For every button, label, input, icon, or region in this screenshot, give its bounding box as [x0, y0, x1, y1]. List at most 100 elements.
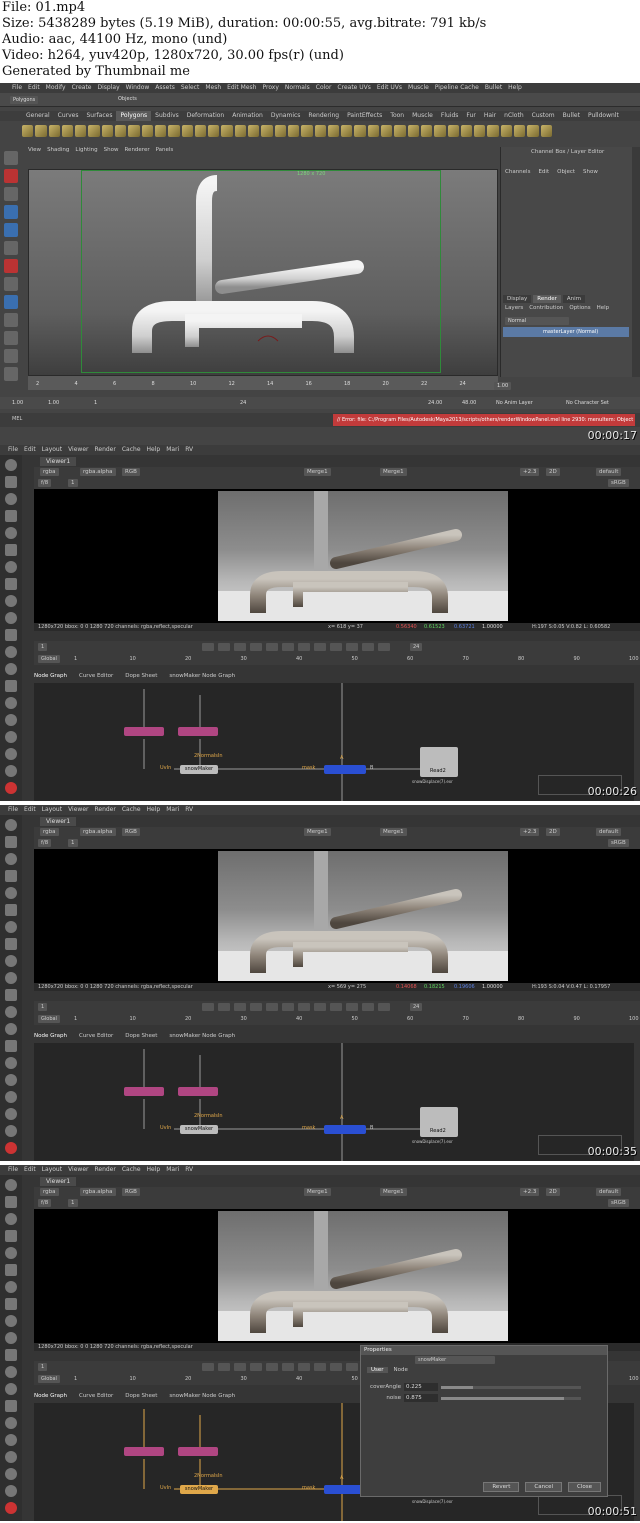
menu-item[interactable]: Mari — [166, 1165, 179, 1175]
panel-tab[interactable]: Dope Sheet — [125, 673, 157, 679]
shelf-tool-icon[interactable] — [75, 125, 87, 137]
menu-item[interactable]: Render — [94, 805, 115, 815]
master-layer-row[interactable]: masterLayer (Normal) — [503, 327, 629, 337]
toolbar-icon[interactable] — [5, 1468, 17, 1480]
toolbar-icon[interactable] — [5, 1108, 17, 1120]
toolbar-icon[interactable] — [5, 680, 17, 692]
menu-item[interactable]: Normals — [285, 83, 310, 93]
toolbar-icon[interactable] — [5, 819, 17, 831]
shelf-tool-icon[interactable] — [101, 125, 114, 137]
global-select[interactable]: Global — [38, 1015, 60, 1023]
viewport-menu-item[interactable]: Show — [104, 147, 119, 153]
shelf-tool-icon[interactable] — [208, 125, 220, 137]
toolbar-icon[interactable] — [5, 1040, 17, 1052]
shelf-tab[interactable]: Fur — [462, 111, 479, 121]
pink-node[interactable] — [178, 1087, 218, 1096]
colorspace-select[interactable]: sRGB — [608, 839, 629, 847]
shelf-tool-icon[interactable] — [341, 125, 353, 137]
fstop-field[interactable]: f/8 — [38, 479, 52, 487]
transport-button[interactable] — [266, 643, 278, 651]
node-name-field[interactable]: snowMaker — [415, 1356, 495, 1364]
shelf-tool-icon[interactable] — [22, 125, 34, 137]
layer-tab[interactable]: Anim — [562, 295, 586, 303]
shelf-tool-icon[interactable] — [367, 125, 380, 137]
transport-button[interactable] — [314, 643, 326, 651]
alpha-select[interactable]: rgba.alpha — [80, 828, 116, 836]
shelf-tool-icon[interactable] — [301, 125, 313, 137]
display-select[interactable]: RGB — [122, 468, 140, 476]
shelf-tool-icon[interactable] — [460, 125, 473, 137]
transport-button[interactable] — [218, 643, 230, 651]
shelf-tab[interactable]: Dynamics — [267, 111, 305, 121]
menu-item[interactable]: Edit — [24, 805, 36, 815]
layer-menu-item[interactable]: Layers — [505, 305, 523, 311]
transport-button[interactable] — [250, 643, 262, 651]
panel-tab[interactable]: Curve Editor — [79, 673, 113, 679]
toolbar-icon[interactable] — [5, 527, 17, 539]
transport-button[interactable] — [314, 1003, 326, 1011]
time-slider[interactable]: 2 4 6 8 10 12 14 16 18 20 22 24 — [28, 376, 498, 390]
menu-item[interactable]: File — [12, 83, 22, 93]
channel-menu-item[interactable]: Show — [583, 169, 598, 175]
colorspace-select[interactable]: sRGB — [608, 1199, 629, 1207]
frame-counter[interactable]: 1 — [38, 1003, 48, 1011]
shelf-tool-icon[interactable] — [248, 125, 260, 137]
channels-select[interactable]: rgba — [40, 468, 59, 476]
lut-select[interactable]: default — [596, 1188, 622, 1196]
shelf-tool-icon[interactable] — [407, 125, 419, 137]
view-mode-select[interactable]: 2D — [546, 828, 560, 836]
toolbar-icon[interactable] — [5, 1006, 17, 1018]
node-graph[interactable]: UvIn snowMaker 2NormalsIn mask A B Read2 snowDi… — [34, 1043, 634, 1161]
toolbar-icon[interactable] — [5, 870, 17, 882]
transport-button[interactable] — [234, 1363, 246, 1371]
shelf-tool-icon[interactable] — [194, 125, 207, 137]
toolbar-icon[interactable] — [5, 1349, 17, 1361]
menu-item[interactable]: Create — [72, 83, 92, 93]
display-select[interactable]: RGB — [122, 1188, 140, 1196]
knob-value-field[interactable]: 0.875 — [404, 1394, 438, 1402]
panel-tab[interactable]: Dope Sheet — [125, 1393, 157, 1399]
colorspace-select[interactable]: sRGB — [608, 479, 629, 487]
toolbar-icon[interactable] — [5, 595, 17, 607]
channel-menu-item[interactable]: Edit — [538, 169, 549, 175]
layer-tab[interactable]: Display — [503, 295, 532, 303]
viewport-menu-item[interactable]: Panels — [156, 147, 174, 153]
transport-button[interactable] — [330, 1363, 342, 1371]
panel-tab[interactable]: snowMaker Node Graph — [169, 1033, 235, 1039]
toolbar-icon[interactable] — [5, 853, 17, 865]
toolbar-icon[interactable] — [5, 1332, 17, 1344]
range-slider[interactable]: 1.00 1.00 1 24 24.00 48.00 No Anim Layer… — [0, 397, 640, 409]
tool-icon[interactable] — [4, 367, 18, 381]
toolbar-icon[interactable] — [5, 731, 17, 743]
transport-button[interactable] — [282, 1003, 294, 1011]
menu-item[interactable]: Help — [147, 1165, 161, 1175]
shelf-tool-icon[interactable] — [287, 125, 300, 137]
toolbar-icon[interactable] — [5, 663, 17, 675]
shelf-tab[interactable]: Pulldownlt — [584, 111, 623, 121]
transport-button[interactable] — [218, 1003, 230, 1011]
properties-tab[interactable]: User — [367, 1367, 388, 1373]
menu-item[interactable]: Layout — [42, 1165, 62, 1175]
shelf-tool-icon[interactable] — [513, 125, 526, 137]
shelf-tab[interactable]: PaintEffects — [343, 111, 386, 121]
snowmaker-node[interactable]: snowMaker — [180, 1485, 218, 1494]
shelf-tool-icon[interactable] — [61, 125, 74, 137]
viewer-tab[interactable]: Viewer1 — [40, 1177, 77, 1186]
transport-button[interactable] — [234, 643, 246, 651]
menu-item[interactable]: Viewer — [68, 445, 88, 455]
current-frame-field[interactable]: 1.00 — [494, 382, 512, 390]
panel-tab[interactable]: Node Graph — [34, 673, 67, 679]
menu-item[interactable]: Edit — [28, 83, 40, 93]
transport-button[interactable] — [346, 643, 358, 651]
menu-item[interactable]: File — [8, 805, 18, 815]
tool-icon[interactable] — [4, 169, 18, 183]
toolbar-icon[interactable] — [5, 561, 17, 573]
toolbar-icon[interactable] — [5, 629, 17, 641]
menu-item[interactable]: Mari — [166, 445, 179, 455]
toolbar-icon[interactable] — [5, 1315, 17, 1327]
transport-button[interactable] — [202, 1363, 214, 1371]
revert-button[interactable]: Revert — [483, 1482, 520, 1492]
shelf-tab[interactable]: Subdivs — [151, 111, 183, 121]
tool-icon[interactable] — [4, 223, 18, 237]
snowmaker-node[interactable]: snowMaker — [180, 765, 218, 774]
